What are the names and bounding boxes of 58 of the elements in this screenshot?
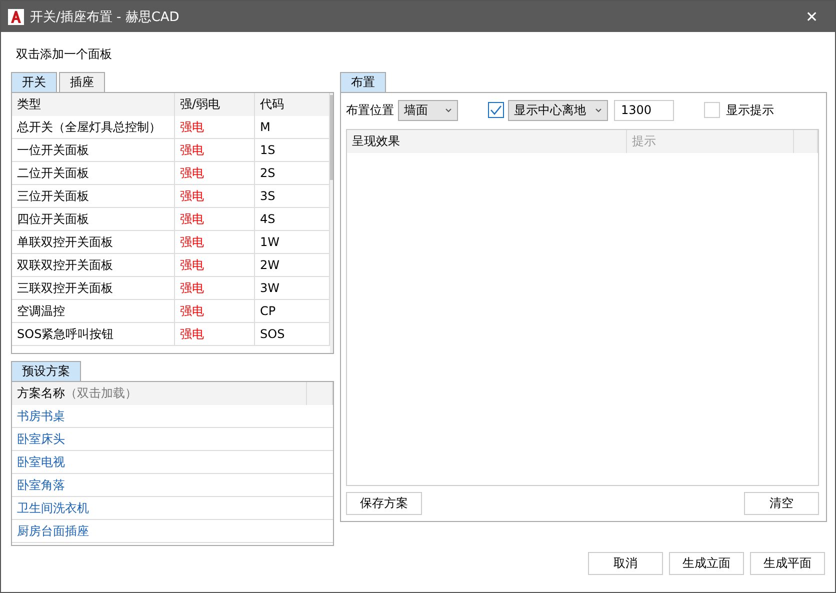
column-header: 强/弱电 <box>175 93 255 116</box>
dialog-button[interactable]: 生成立面 <box>669 552 744 575</box>
position-label: 布置位置 <box>346 102 394 118</box>
column-header <box>794 130 818 153</box>
column-header: 呈现效果 <box>347 130 627 153</box>
caret-icon <box>595 108 602 112</box>
table-cell: 一位开关面板 <box>12 139 175 161</box>
hint-checkbox-label: 显示提示 <box>726 102 774 118</box>
table-cell: 二位开关面板 <box>12 162 175 184</box>
save-button[interactable]: 保存方案 <box>346 492 422 515</box>
column-header: 方案名称（双击加载） <box>12 382 307 405</box>
preset-item[interactable]: 卫生间洗衣机 <box>12 497 333 519</box>
tab[interactable]: 布置 <box>340 72 386 92</box>
position-dropdown[interactable]: 墙面 <box>398 100 458 120</box>
dialog-button[interactable]: 生成平面 <box>750 552 825 575</box>
hint-checkbox[interactable] <box>704 102 720 118</box>
table-cell: 强电 <box>175 162 255 184</box>
caret-icon <box>445 108 452 112</box>
preset-item[interactable]: 卧室电视 <box>12 451 333 473</box>
preset-item[interactable]: 卧室角落 <box>12 474 333 496</box>
column-header <box>307 382 333 405</box>
center-checkbox[interactable] <box>488 102 504 118</box>
table-cell: 强电 <box>175 185 255 207</box>
table-cell: 强电 <box>175 139 255 161</box>
table-cell: 总开关（全屋灯具总控制） <box>12 116 175 138</box>
table-cell: 三联双控开关面板 <box>12 277 175 299</box>
table-cell: 双联双控开关面板 <box>12 254 175 276</box>
close-button[interactable]: ✕ <box>789 1 835 32</box>
table-cell: 三位开关面板 <box>12 185 175 207</box>
center-mode-dropdown[interactable]: 显示中心离地 <box>508 100 608 120</box>
table-cell: 四位开关面板 <box>12 208 175 230</box>
tab[interactable]: 预设方案 <box>11 361 81 381</box>
preset-item[interactable]: 厨房台面插座 <box>12 520 333 542</box>
table-cell: 强电 <box>175 323 255 345</box>
instruction-text: 双击添加一个面板 <box>15 46 113 63</box>
clear-button[interactable]: 清空 <box>744 492 819 515</box>
table-cell: 强电 <box>175 300 255 322</box>
preset-item[interactable]: 书房书桌 <box>12 405 333 427</box>
table-cell: 强电 <box>175 254 255 276</box>
window-title: 开关/插座布置 - 赫思CAD <box>30 8 180 26</box>
table-cell: 强电 <box>175 116 255 138</box>
table-cell: 空调温控 <box>12 300 175 322</box>
scrollbar[interactable] <box>330 93 333 353</box>
table-cell: 单联双控开关面板 <box>12 231 175 253</box>
tab[interactable]: 开关 <box>11 72 57 92</box>
table-cell: 强电 <box>175 208 255 230</box>
preset-item[interactable]: 卧室床头 <box>12 428 333 450</box>
app-logo-icon <box>8 8 24 24</box>
column-header: 代码 <box>255 93 330 116</box>
check-icon <box>490 105 502 115</box>
column-header: 提示 <box>627 130 794 153</box>
table-cell: 强电 <box>175 277 255 299</box>
column-header: 类型 <box>12 93 175 116</box>
height-input[interactable]: 1300 <box>614 100 674 120</box>
table-cell: 强电 <box>175 231 255 253</box>
table-cell: SOS紧急呼叫按钮 <box>12 323 175 345</box>
tab[interactable]: 插座 <box>59 72 105 92</box>
dialog-button[interactable]: 取消 <box>588 552 663 575</box>
